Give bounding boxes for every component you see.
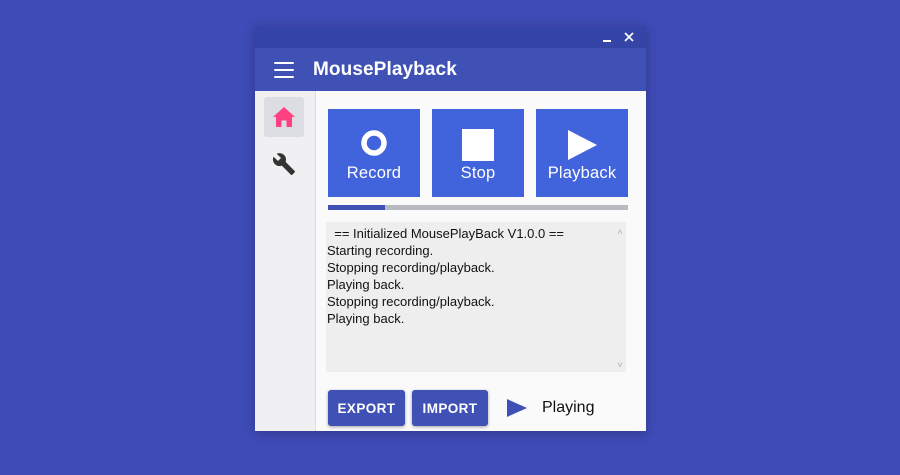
home-icon xyxy=(273,107,295,127)
content-area: Record Stop Playback == Initialized Mous… xyxy=(255,91,646,431)
play-icon xyxy=(568,130,597,160)
log-scrollbar[interactable] xyxy=(614,222,626,372)
stop-button[interactable]: Stop xyxy=(432,109,524,197)
app-window: MousePlayback Record Stop Playback == In… xyxy=(255,26,646,431)
log-lines: == Initialized MousePlayBack V1.0.0 == St… xyxy=(327,225,612,327)
scroll-down-icon[interactable]: ˅ xyxy=(616,361,624,370)
record-icon xyxy=(361,130,387,156)
minimize-icon xyxy=(603,40,611,42)
log-line: Playing back. xyxy=(327,277,405,292)
scroll-up-icon[interactable]: ˄ xyxy=(616,228,624,237)
title-bar xyxy=(255,26,646,48)
progress-fill xyxy=(328,205,385,210)
app-bar: MousePlayback xyxy=(255,48,646,91)
playback-label: Playback xyxy=(547,164,617,182)
menu-icon[interactable] xyxy=(274,61,294,78)
progress-bar xyxy=(328,205,628,210)
log-line: Starting recording. xyxy=(327,243,434,258)
sidebar-item-settings[interactable] xyxy=(264,144,304,184)
log-line: == Initialized MousePlayBack V1.0.0 == xyxy=(327,226,565,241)
playback-status: Playing xyxy=(506,397,594,419)
status-text: Playing xyxy=(542,399,595,416)
record-button[interactable]: Record xyxy=(328,109,420,197)
log-line: Stopping recording/playback. xyxy=(327,294,495,309)
sidebar xyxy=(255,91,316,431)
log-output[interactable]: == Initialized MousePlayBack V1.0.0 == St… xyxy=(326,222,626,372)
minimize-button[interactable] xyxy=(596,26,618,48)
main-panel: Record Stop Playback == Initialized Mous… xyxy=(316,91,646,431)
log-line: Playing back. xyxy=(327,311,405,326)
stop-label: Stop xyxy=(460,164,496,182)
playback-button[interactable]: Playback xyxy=(536,109,628,197)
status-play-icon xyxy=(507,399,527,417)
close-icon xyxy=(624,32,634,42)
export-button[interactable]: EXPORT xyxy=(328,390,405,426)
record-label: Record xyxy=(346,164,402,182)
sidebar-item-home[interactable] xyxy=(264,97,304,137)
import-button[interactable]: IMPORT xyxy=(412,390,488,426)
stop-icon xyxy=(462,129,494,161)
close-button[interactable] xyxy=(618,26,640,48)
app-title: MousePlayback xyxy=(313,58,457,80)
wrench-icon xyxy=(272,153,295,175)
log-line: Stopping recording/playback. xyxy=(327,260,495,275)
